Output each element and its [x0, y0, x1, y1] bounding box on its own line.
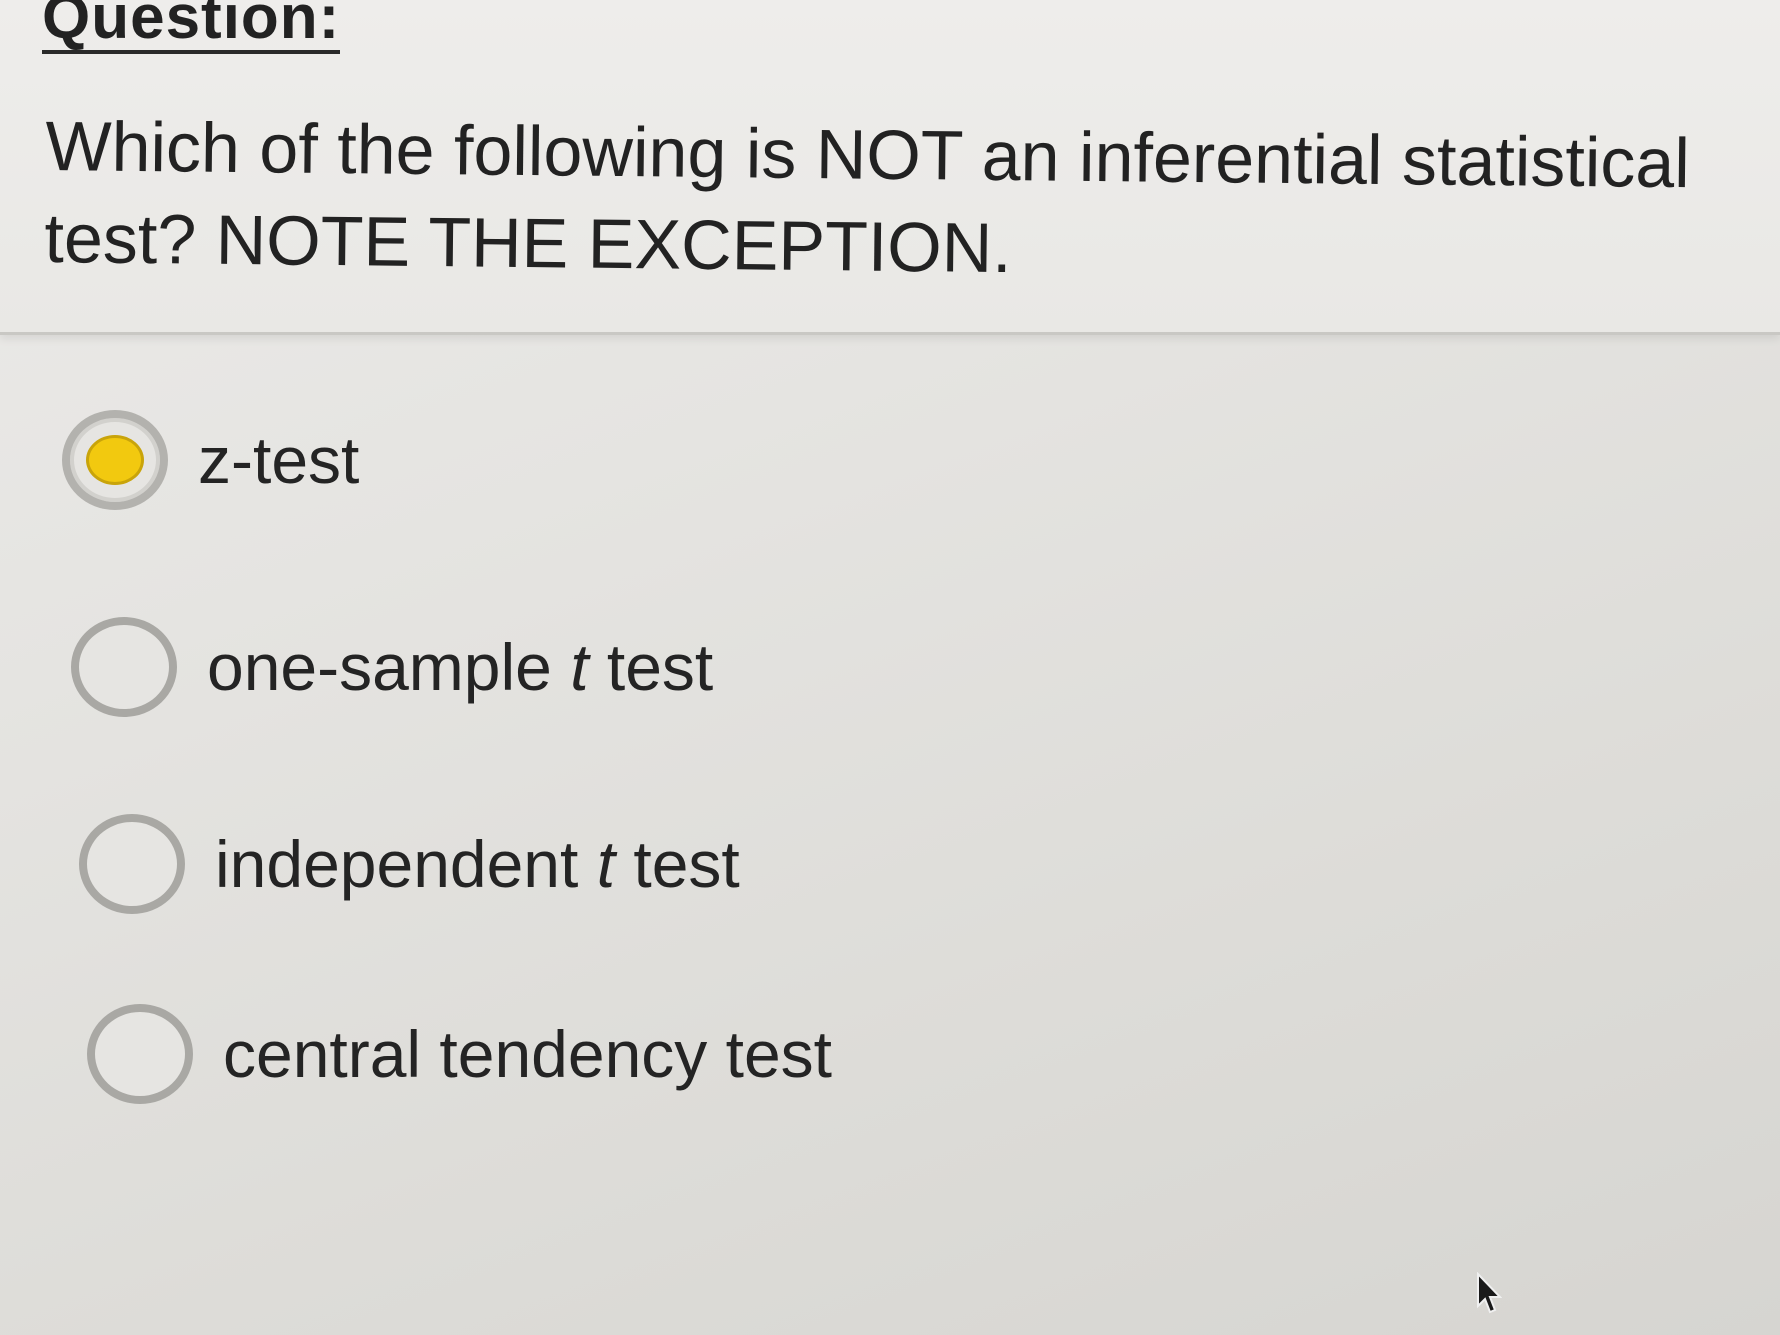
option-label: independent t test: [215, 826, 740, 902]
radio-button[interactable]: [79, 814, 185, 914]
option-label: central tendency test: [223, 1017, 833, 1091]
option-label-part: one-sample: [207, 630, 571, 704]
answer-option-central-tendency-test[interactable]: central tendency test: [87, 1004, 832, 1104]
screen: Question: Which of the following is NOT …: [0, 0, 1780, 1335]
option-label-italic: t: [596, 827, 616, 901]
mouse-pointer-icon: [1477, 1272, 1502, 1314]
question-text: Which of the following is NOT an inferen…: [44, 106, 1691, 288]
answer-option-z-test[interactable]: z-test: [62, 410, 359, 510]
option-label-part: test: [588, 630, 714, 704]
radio-selected-dot: [86, 435, 144, 485]
option-label-part: test: [615, 827, 740, 901]
answer-option-one-sample-t-test[interactable]: one-sample t test: [71, 617, 713, 717]
option-label-part: independent: [215, 827, 597, 901]
question-label: Question:: [42, 0, 341, 54]
option-label: z-test: [198, 423, 360, 497]
radio-button[interactable]: [62, 410, 168, 510]
radio-button[interactable]: [87, 1004, 193, 1104]
question-panel: Question: Which of the following is NOT …: [0, 0, 1780, 335]
option-label-italic: t: [570, 630, 589, 704]
answer-option-independent-t-test[interactable]: independent t test: [79, 814, 740, 914]
radio-button[interactable]: [71, 617, 177, 717]
option-label: one-sample t test: [207, 629, 713, 705]
